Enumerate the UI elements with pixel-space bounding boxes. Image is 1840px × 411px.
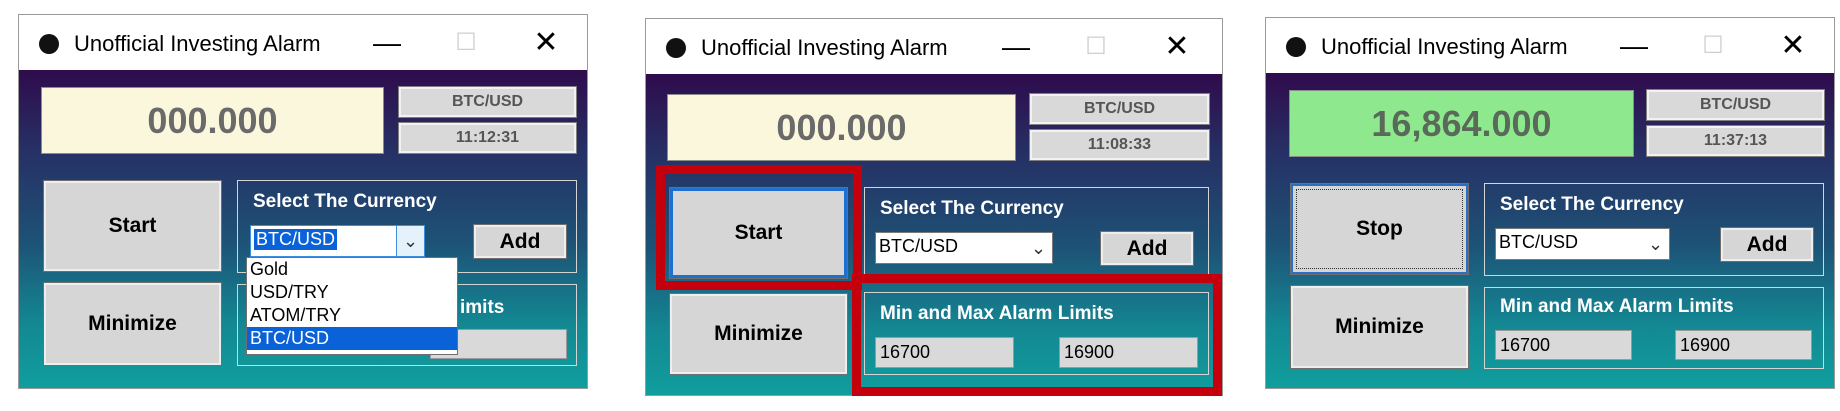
minimize-button[interactable]: Minimize (669, 293, 848, 375)
time-label: 11:37:13 (1646, 125, 1825, 157)
app-window-2: Unofficial Investing Alarm — ☐ ✕ 000.000… (645, 18, 1223, 396)
currency-dropdown-list[interactable]: Gold USD/TRY ATOM/TRY BTC/USD (246, 257, 458, 355)
close-window-icon[interactable]: ✕ (1157, 27, 1197, 67)
stop-button[interactable]: Stop (1290, 183, 1469, 275)
minimize-window-icon[interactable]: — (367, 23, 407, 63)
currency-group-label: Select The Currency (880, 198, 1064, 219)
window-title: Unofficial Investing Alarm (1321, 34, 1568, 59)
currency-group-label: Select The Currency (253, 191, 437, 212)
app-window-3: Unofficial Investing Alarm — ☐ ✕ 16,864.… (1265, 17, 1835, 389)
maximize-window-icon[interactable]: ☐ (446, 23, 486, 63)
price-display: 000.000 (667, 94, 1016, 161)
title-bar[interactable]: Unofficial Investing Alarm — ☐ ✕ (646, 19, 1222, 74)
chevron-down-icon[interactable]: ⌄ (1025, 233, 1052, 263)
time-label: 11:08:33 (1029, 129, 1210, 161)
app-icon (666, 38, 686, 58)
window-title: Unofficial Investing Alarm (701, 35, 948, 60)
limits-group-highlight (852, 274, 1222, 396)
title-bar[interactable]: Unofficial Investing Alarm — ☐ ✕ (19, 15, 587, 70)
price-display: 16,864.000 (1289, 90, 1634, 157)
window-client-area: 000.000 BTC/USD 11:12:31 Start Minimize … (19, 70, 587, 388)
close-window-icon[interactable]: ✕ (1773, 26, 1813, 66)
dropdown-option-atom-try[interactable]: ATOM/TRY (247, 304, 457, 327)
title-bar[interactable]: Unofficial Investing Alarm — ☐ ✕ (1266, 18, 1834, 73)
maximize-window-icon[interactable]: ☐ (1693, 26, 1733, 66)
app-icon (39, 34, 59, 54)
price-display: 000.000 (41, 87, 384, 154)
dropdown-option-btc-usd[interactable]: BTC/USD (247, 327, 457, 350)
currency-select-value: BTC/USD (254, 229, 338, 250)
start-button-highlight (656, 165, 862, 290)
pair-label: BTC/USD (1029, 93, 1210, 125)
pair-label: BTC/USD (1646, 89, 1825, 121)
pair-label: BTC/USD (398, 86, 577, 118)
currency-select-value: BTC/USD (1499, 232, 1579, 252)
window-title: Unofficial Investing Alarm (74, 31, 321, 56)
minimize-window-icon[interactable]: — (996, 27, 1036, 67)
currency-select[interactable]: BTC/USD ⌄ (1495, 228, 1670, 260)
dropdown-option-gold[interactable]: Gold (247, 258, 457, 281)
close-window-icon[interactable]: ✕ (526, 23, 566, 63)
max-limit-field[interactable]: 16900 (1675, 330, 1812, 360)
add-button[interactable]: Add (1100, 231, 1194, 266)
add-button[interactable]: Add (1720, 227, 1814, 262)
currency-group: Select The Currency BTC/USD ⌄ Add (864, 187, 1209, 280)
app-icon (1286, 37, 1306, 57)
chevron-down-icon[interactable]: ⌄ (1642, 229, 1669, 259)
currency-select[interactable]: BTC/USD ⌄ (875, 232, 1053, 264)
time-label: 11:12:31 (398, 122, 577, 154)
currency-group-label: Select The Currency (1500, 194, 1684, 215)
min-limit-field[interactable]: 16700 (1495, 330, 1632, 360)
app-window-1: Unofficial Investing Alarm — ☐ ✕ 000.000… (18, 14, 588, 389)
window-client-area: 16,864.000 BTC/USD 11:37:13 Stop Minimiz… (1266, 73, 1834, 388)
limits-group: Min and Max Alarm Limits 16700 16900 (1484, 287, 1824, 369)
start-button[interactable]: Start (43, 180, 222, 272)
limits-group-label: Min and Max Alarm Limits (1500, 296, 1734, 317)
minimize-button[interactable]: Minimize (1290, 285, 1469, 369)
add-button[interactable]: Add (473, 224, 567, 259)
chevron-down-icon[interactable]: ⌄ (396, 226, 424, 256)
limits-group-label-partial: imits (460, 297, 505, 318)
currency-select-value: BTC/USD (879, 236, 959, 256)
maximize-window-icon[interactable]: ☐ (1076, 27, 1116, 67)
currency-select[interactable]: BTC/USD ⌄ (250, 225, 425, 257)
currency-group: Select The Currency BTC/USD ⌄ Add (1484, 183, 1824, 276)
minimize-button[interactable]: Minimize (43, 282, 222, 366)
minimize-window-icon[interactable]: — (1614, 26, 1654, 66)
dropdown-option-usd-try[interactable]: USD/TRY (247, 281, 457, 304)
